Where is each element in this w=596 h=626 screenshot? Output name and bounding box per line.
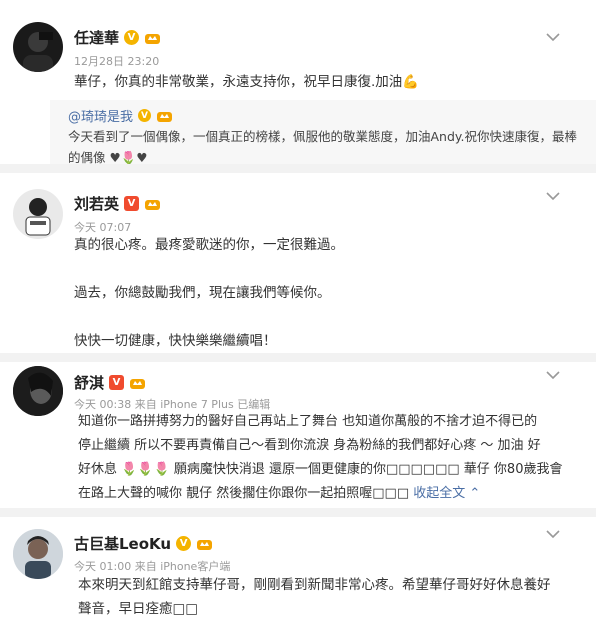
verified-badge-icon: V <box>176 536 192 551</box>
repost-block[interactable]: @琦琦是我 V 今天看到了一個偶像，一個真正的榜樣，佩服他的敬業態度，加油And… <box>50 100 596 165</box>
text-line: 快快一切健康，快快樂樂繼續唱！ <box>74 333 277 349</box>
verified-badge-icon: V <box>109 375 125 390</box>
chevron-down-icon[interactable] <box>546 370 560 380</box>
post-text: 華仔，你真的非常敬業，永遠支持你，祝早日康復.加油💪 <box>74 74 420 90</box>
post-meta: 今天 01:00 来自 iPhone客户端 <box>74 560 231 573</box>
text-line: 聲音，早日痊癒□□ <box>78 601 199 617</box>
text-line <box>74 305 584 329</box>
author-row: 古巨基LeoKu V <box>74 533 213 554</box>
author-row: 任達華 V <box>74 27 161 48</box>
member-crown-icon <box>145 199 161 210</box>
avatar[interactable] <box>13 22 63 72</box>
post-text: 本來明天到紅館支持華仔哥，剛剛看到新聞非常心疼。希望華仔哥好好休息養好 聲音，早… <box>78 573 584 621</box>
author-row: 舒淇 V <box>74 372 146 393</box>
divider <box>0 508 596 517</box>
divider <box>0 353 596 362</box>
chevron-down-icon[interactable] <box>546 529 560 539</box>
weibo-post: 舒淇 V 今天 00:38 来自 iPhone 7 Plus 已编辑 知道你一路… <box>0 362 596 508</box>
member-crown-icon <box>157 111 173 122</box>
divider <box>0 164 596 173</box>
text-line: 本來明天到紅館支持華仔哥，剛剛看到新聞非常心疼。希望華仔哥好好休息養好 <box>78 577 551 593</box>
member-crown-icon <box>130 378 146 389</box>
member-crown-icon <box>145 33 161 44</box>
collapse-text-link[interactable]: 收起全文 ⌃ <box>413 486 480 501</box>
text-line: 真的很心疼。最疼愛歌迷的你，一定很難過。 <box>74 237 344 253</box>
weibo-post: 古巨基LeoKu V 今天 01:00 来自 iPhone客户端 本來明天到紅館… <box>0 517 596 626</box>
post-text: 知道你一路拼搏努力的醫好自己再站上了舞台 也知道你萬般的不捨才迫不得已的 停止繼… <box>78 410 584 506</box>
author-row: 刘若英 V <box>74 193 161 214</box>
verified-badge-icon: V <box>138 109 152 122</box>
text-line: 好休息 🌷🌷🌷 願病魔快快消退 還原一個更健康的你□□□□□□ 華仔 你80歲我… <box>78 462 563 477</box>
text-line <box>74 257 584 281</box>
repost-author[interactable]: @琦琦是我 <box>68 106 133 125</box>
post-text: 真的很心疼。最疼愛歌迷的你，一定很難過。 過去，你總鼓勵我們，現在讓我們等候你。… <box>74 233 584 353</box>
text-line: 知道你一路拼搏努力的醫好自己再站上了舞台 也知道你萬般的不捨才迫不得已的 <box>78 414 538 429</box>
weibo-post: 刘若英 V 今天 07:07 真的很心疼。最疼愛歌迷的你，一定很難過。 過去，你… <box>0 173 596 353</box>
text-line-end: 在路上大聲的喊你 靚仔 然後擱住你跟你一起拍照喔□□□ <box>78 486 414 501</box>
text-line: 停止繼續 所以不要再責備自己～看到你流淚 身為粉絲的我們都好心疼 ～ 加油 好 <box>78 438 541 453</box>
author-name[interactable]: 任達華 <box>74 27 119 48</box>
verified-badge-icon: V <box>124 196 140 211</box>
author-name[interactable]: 刘若英 <box>74 193 119 214</box>
author-name[interactable]: 舒淇 <box>74 372 104 393</box>
chevron-down-icon[interactable] <box>546 32 560 42</box>
avatar[interactable] <box>13 366 63 416</box>
text-line: 在路上大聲的喊你 靚仔 然後擱住你跟你一起拍照喔□□□ 收起全文 ⌃ <box>78 482 584 506</box>
repost-text: 今天看到了一個偶像，一個真正的榜樣，佩服他的敬業態度，加油Andy.祝你快速康復… <box>68 129 577 165</box>
text-line: 過去，你總鼓勵我們，現在讓我們等候你。 <box>74 285 331 301</box>
avatar[interactable] <box>13 529 63 579</box>
author-name[interactable]: 古巨基LeoKu <box>74 533 171 554</box>
weibo-post: 任達華 V 12月28日 23:20 華仔，你真的非常敬業，永遠支持你，祝早日康… <box>0 0 596 165</box>
verified-badge-icon: V <box>124 30 140 45</box>
post-meta: 12月28日 23:20 <box>74 55 160 68</box>
member-crown-icon <box>197 539 213 550</box>
avatar[interactable] <box>13 189 63 239</box>
chevron-down-icon[interactable] <box>546 191 560 201</box>
